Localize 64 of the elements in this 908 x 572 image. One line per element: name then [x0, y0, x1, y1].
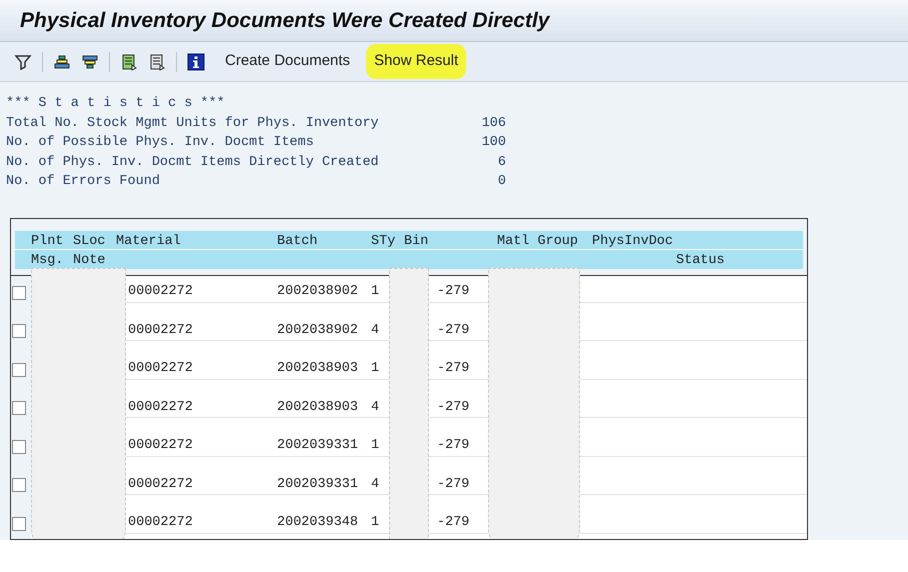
column-header: Bin — [404, 232, 428, 250]
storage-type-cell: 1 — [371, 284, 380, 300]
statistic-value: 100 — [480, 134, 506, 152]
material-cell: 00002272 — [128, 476, 193, 492]
row-checkbox[interactable] — [12, 324, 26, 338]
funnel-icon[interactable] — [14, 52, 32, 70]
statistics-heading: *** S t a t i s t i c s *** — [6, 95, 225, 113]
column-header: Material — [116, 232, 181, 250]
statistic-label: No. of Possible Phys. Inv. Docmt Items — [6, 134, 315, 152]
storage-type-cell: 4 — [371, 322, 380, 338]
column-header: Msg. — [31, 252, 64, 270]
material-cell: 00002272 — [128, 438, 193, 454]
batch-cell: 2002038903 — [277, 400, 358, 415]
batch-cell: 2002038902 — [277, 322, 358, 338]
statistic-value: 6 — [496, 154, 506, 172]
column-header: Batch — [277, 232, 318, 250]
statistic-label: Total No. Stock Mgmt Units for Phys. Inventory — [6, 114, 380, 132]
toolbar-button[interactable]: Create Documents — [221, 44, 354, 79]
material-cell: 00002272 — [128, 361, 193, 376]
row-checkbox[interactable] — [12, 362, 26, 376]
material-cell: 00002272 — [128, 322, 193, 338]
batch-cell: 2002039331 — [277, 476, 358, 492]
batch-cell: 2002038902 — [277, 284, 358, 300]
statistic-label: No. of Errors Found — [6, 173, 161, 191]
row-checkbox[interactable] — [12, 440, 26, 454]
material-cell: 00002272 — [128, 515, 193, 530]
info-icon[interactable] — [187, 52, 205, 70]
bin-cell: -279 — [437, 361, 470, 376]
window-title: Physical Inventory Documents Were Created Directly — [20, 8, 550, 34]
column-header: Status — [676, 252, 725, 270]
storage-type-cell: 4 — [371, 400, 380, 415]
column-header: STy — [371, 232, 396, 250]
statistic-value: 0 — [496, 173, 506, 191]
column-header: Note — [73, 252, 106, 270]
stacked-bars-icon[interactable] — [53, 52, 71, 70]
list-document-icon[interactable] — [120, 52, 138, 70]
toolbar-button[interactable]: Show Result — [366, 44, 466, 79]
stacked-bars-icon[interactable] — [81, 52, 99, 70]
bin-cell: -279 — [437, 400, 470, 415]
row-checkbox[interactable] — [12, 516, 26, 530]
material-cell: 00002272 — [128, 400, 193, 415]
bin-cell: -279 — [437, 515, 470, 530]
bin-cell: -279 — [437, 322, 470, 338]
batch-cell: 2002039348 — [277, 515, 358, 530]
statistic-label: No. of Phys. Inv. Docmt Items Directly Created — [6, 154, 380, 172]
material-cell: 00002272 — [128, 284, 193, 300]
storage-type-cell: 1 — [371, 438, 380, 454]
bin-cell: -279 — [437, 284, 470, 300]
batch-cell: 2002039331 — [277, 438, 358, 454]
column-header: Matl Group — [497, 232, 578, 250]
row-checkbox[interactable] — [12, 286, 26, 300]
list-document-icon[interactable] — [148, 52, 166, 70]
batch-cell: 2002038903 — [277, 361, 358, 376]
column-header: Plnt — [31, 232, 64, 250]
storage-type-cell: 1 — [371, 515, 380, 530]
column-header: SLoc — [73, 232, 106, 250]
column-header: PhysInvDoc — [592, 232, 674, 250]
row-checkbox[interactable] — [12, 478, 26, 492]
row-checkbox[interactable] — [12, 401, 26, 415]
storage-type-cell: 1 — [371, 361, 380, 376]
bin-cell: -279 — [437, 476, 470, 492]
statistic-value: 106 — [480, 114, 506, 132]
storage-type-cell: 4 — [371, 476, 380, 492]
bin-cell: -279 — [437, 438, 470, 454]
